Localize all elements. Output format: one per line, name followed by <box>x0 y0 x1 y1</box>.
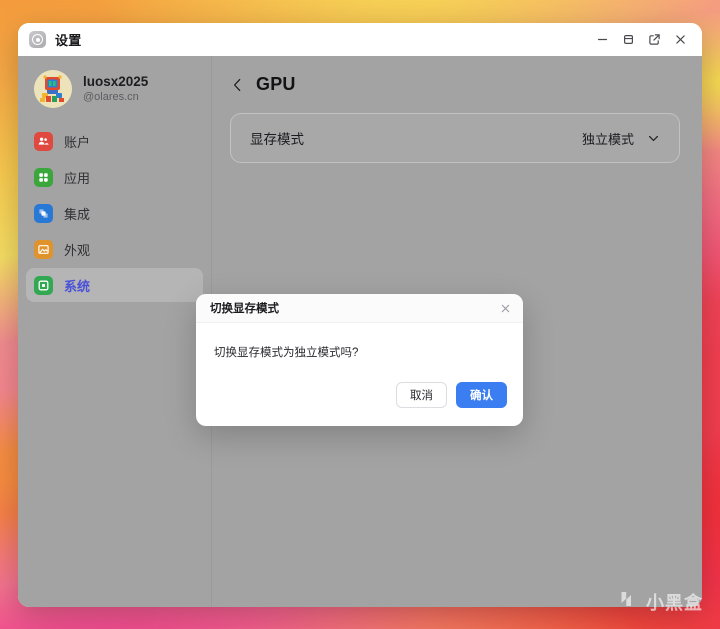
dialog-message: 切换显存模式为独立模式吗? <box>214 347 359 359</box>
dialog-close-icon[interactable] <box>495 298 515 318</box>
window-titlebar: 设置 <box>18 23 702 56</box>
window-controls <box>589 27 693 53</box>
settings-window: 设置 luosx2025 @olares.cn 账户 应用 集成 外观 系统 G… <box>18 23 702 607</box>
confirm-dialog: 切换显存模式 切换显存模式为独立模式吗? 取消 确认 <box>196 294 523 427</box>
close-icon[interactable] <box>667 27 693 53</box>
dialog-footer: 取消 确认 <box>196 368 523 426</box>
maximize-icon[interactable] <box>615 27 641 53</box>
desktop-wallpaper: 设置 luosx2025 @olares.cn 账户 应用 集成 外观 系统 G… <box>0 0 720 629</box>
dialog-header: 切换显存模式 <box>196 294 523 323</box>
cancel-button[interactable]: 取消 <box>396 382 447 409</box>
modal-overlay: 切换显存模式 切换显存模式为独立模式吗? 取消 确认 <box>18 56 702 607</box>
minimize-icon[interactable] <box>589 27 615 53</box>
window-body: luosx2025 @olares.cn 账户 应用 集成 外观 系统 GPU … <box>18 56 702 607</box>
settings-target-icon <box>29 31 46 48</box>
titlebar-left: 设置 <box>29 30 82 49</box>
confirm-button[interactable]: 确认 <box>456 382 507 409</box>
dialog-body: 切换显存模式为独立模式吗? <box>196 323 523 368</box>
external-link-icon[interactable] <box>641 27 667 53</box>
window-title: 设置 <box>55 33 82 48</box>
dialog-title: 切换显存模式 <box>210 303 279 315</box>
